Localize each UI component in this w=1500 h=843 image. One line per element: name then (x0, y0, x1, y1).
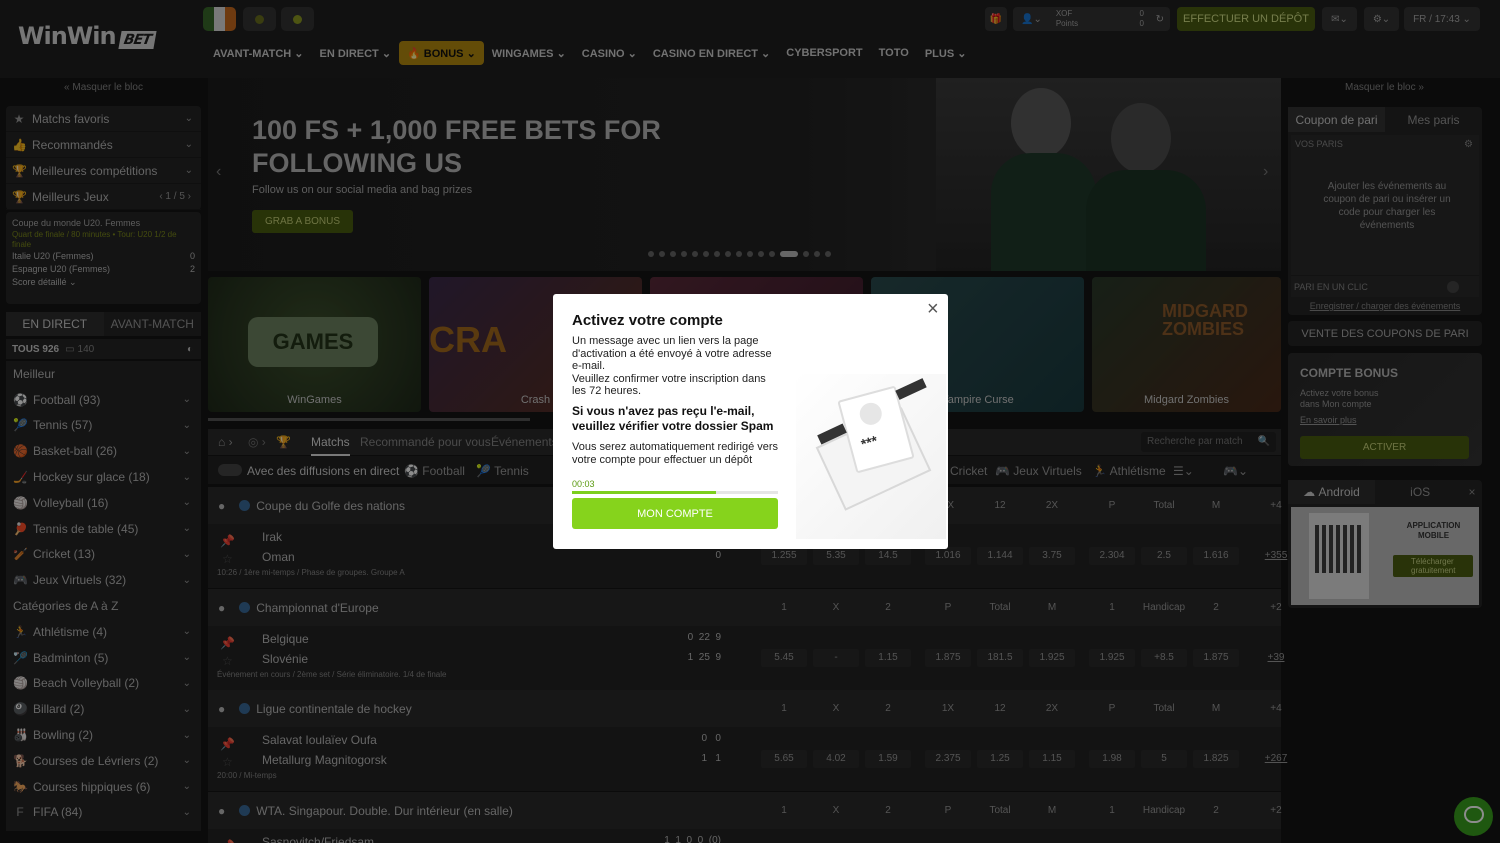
close-icon[interactable]: × (927, 299, 939, 319)
password-stars: *** (859, 432, 880, 453)
modal-paragraph-2: Veuillez confirmer votre inscription dan… (572, 372, 766, 398)
modal-paragraph-1: Un message avec un lien vers la page d'a… (572, 335, 772, 372)
my-account-button[interactable]: MON COMPTE (572, 498, 778, 529)
modal-title: Activez votre compte (572, 312, 723, 329)
modal-timer: 00:03 (572, 479, 595, 489)
avatar-icon (857, 400, 885, 428)
modal-spam-warning: Si vous n'avez pas reçu l'e-mail, veuill… (572, 404, 774, 433)
activate-account-modal: × Activez votre compte Un message avec u… (553, 294, 948, 549)
modal-progress-fill (572, 491, 717, 494)
modal-progress-track (572, 491, 778, 494)
tag-icon (895, 378, 927, 400)
modal-text-block: Un message avec un lien vers la page d'a… (572, 335, 782, 398)
modal-redirect-text: Vous serez automatiquement redirigé vers… (572, 441, 779, 466)
envelope-illustration: *** (796, 374, 946, 539)
